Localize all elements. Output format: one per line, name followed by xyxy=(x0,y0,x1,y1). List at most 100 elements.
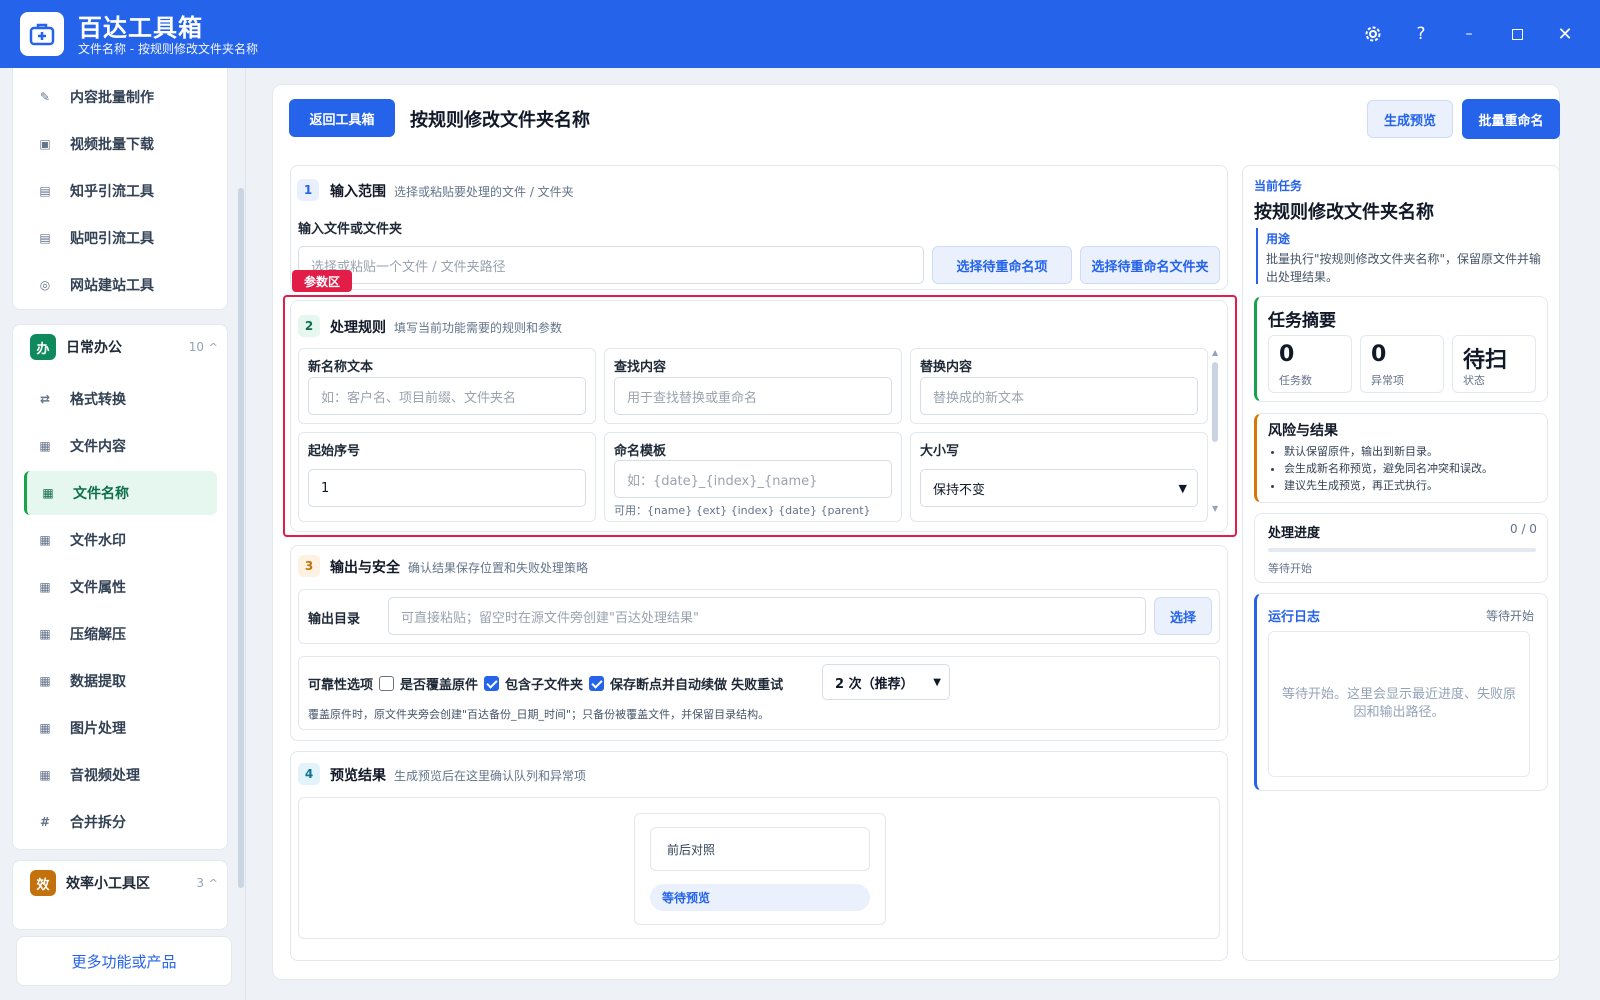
section-title: 预览结果 xyxy=(330,768,386,784)
sidebar-item-file-name[interactable]: ▦ 文件名称 xyxy=(24,471,217,515)
before-after-compare: 前后对照 xyxy=(650,827,870,871)
grid-icon: ▦ xyxy=(39,768,51,782)
group-title: 效率小工具区 xyxy=(66,876,150,892)
sidebar-item-zhihu[interactable]: ▤ 知乎引流工具 xyxy=(24,169,217,213)
grid-icon: ▦ xyxy=(39,580,51,594)
progress-status: 等待开始 xyxy=(1268,562,1312,575)
sidebar-group-office-header[interactable]: 办 日常办公 10 ^ xyxy=(12,324,228,370)
grid-icon: ▦ xyxy=(39,533,51,547)
sidebar: ✎ 内容批量制作 ▣ 视频批量下载 ▤ 知乎引流工具 ▤ 贴吧引流工具 ◎ 网站建站工具 … xyxy=(0,68,246,1000)
maximize-icon[interactable] xyxy=(1501,18,1533,50)
back-to-toolbox-button[interactable]: 返回工具箱 xyxy=(289,99,395,137)
sidebar-item-video-download[interactable]: ▣ 视频批量下载 xyxy=(24,122,217,166)
input-field-label: 输入文件或文件夹 xyxy=(298,222,403,237)
grid-icon: ▦ xyxy=(39,674,51,688)
close-icon[interactable]: ✕ xyxy=(1549,18,1581,50)
sidebar-item-website[interactable]: ◎ 网站建站工具 xyxy=(24,263,217,307)
overwrite-note: 覆盖原件时，原文件夹旁会创建"百达备份_日期_时间"；只备份被覆盖文件，并保留目… xyxy=(308,708,770,721)
select-folder-button[interactable]: 选择待重命名文件夹 xyxy=(1080,246,1220,284)
chevron-down-icon: ▼ xyxy=(933,676,941,688)
output-dir-input[interactable]: 可直接粘贴；留空时在源文件旁创建"百达处理结果" xyxy=(388,597,1146,635)
pen-icon: ✎ xyxy=(39,90,51,104)
sidebar-item-av-process[interactable]: ▦ 音视频处理 xyxy=(24,753,217,797)
task-title: 按规则修改文件夹名称 xyxy=(1254,202,1434,223)
batch-rename-button[interactable]: 批量重命名 xyxy=(1462,99,1560,139)
risk-item: 默认保留原件，输出到新目录。 xyxy=(1284,443,1493,460)
grid-icon: ▦ xyxy=(42,486,54,500)
resume-checkbox[interactable] xyxy=(589,676,605,691)
progress-bar xyxy=(1268,548,1536,552)
grid-icon: ▦ xyxy=(39,721,51,735)
choose-output-button[interactable]: 选择 xyxy=(1154,597,1212,635)
section-desc: 确认结果保存位置和失败处理策略 xyxy=(408,561,589,575)
more-features-button[interactable]: 更多功能或产品 xyxy=(16,936,232,986)
sidebar-item-format-convert[interactable]: ⇄ 格式转换 xyxy=(24,377,217,421)
retry-select[interactable]: 2 次（推荐） ▼ xyxy=(822,664,950,700)
grid-icon: ▦ xyxy=(39,627,51,641)
chevron-up-icon: ^ xyxy=(208,876,218,890)
input-path-field[interactable]: 选择或粘贴一个文件 / 文件夹路径 xyxy=(298,246,924,284)
sidebar-item-file-watermark[interactable]: ▦ 文件水印 xyxy=(24,518,217,562)
sidebar-item-data-extract[interactable]: ▦ 数据提取 xyxy=(24,659,217,703)
app-subtitle: 文件名称 - 按规则修改文件夹名称 xyxy=(78,42,258,56)
generate-preview-button[interactable]: 生成预览 xyxy=(1367,100,1453,138)
globe-icon: ◎ xyxy=(39,278,51,292)
zhihu-icon: ▤ xyxy=(39,184,51,198)
app-title: 百达工具箱 xyxy=(78,14,203,42)
group-count: 3 xyxy=(196,876,204,890)
hash-icon: # xyxy=(39,815,51,829)
reliability-label: 可靠性选项 xyxy=(308,678,374,693)
section-desc: 生成预览后在这里确认队列和异常项 xyxy=(394,769,587,783)
sidebar-item-merge-split[interactable]: # 合并拆分 xyxy=(24,800,217,844)
group-count: 10 xyxy=(188,340,204,354)
settings-gear-icon[interactable] xyxy=(1357,18,1389,50)
efficiency-badge: 效 xyxy=(30,870,56,896)
tieba-icon: ▤ xyxy=(39,231,51,245)
summary-title: 任务摘要 xyxy=(1268,311,1336,331)
video-icon: ▣ xyxy=(39,137,51,151)
sidebar-item-compress[interactable]: ▦ 压缩解压 xyxy=(24,612,217,656)
section-title: 输出与安全 xyxy=(330,560,400,576)
sidebar-group-eff-header[interactable]: 效 效率小工具区 3 ^ xyxy=(12,860,228,906)
section-desc: 选择或粘贴要处理的文件 / 文件夹 xyxy=(394,185,574,199)
office-badge: 办 xyxy=(30,334,56,360)
sidebar-item-file-content[interactable]: ▦ 文件内容 xyxy=(24,424,217,468)
group-title: 日常办公 xyxy=(66,340,122,356)
usage-text: 批量执行"按规则修改文件夹名称"，保留原文件并输出处理结果。 xyxy=(1266,252,1542,284)
reliability-options: 可靠性选项 是否覆盖原件 包含子文件夹 保存断点并自动续做 失败重试 xyxy=(308,674,783,693)
section-title: 输入范围 xyxy=(330,184,386,200)
toolbox-logo-icon xyxy=(20,12,64,56)
stat-task-count: 0 任务数 xyxy=(1268,335,1352,393)
usage-label: 用途 xyxy=(1266,232,1291,246)
stat-error-count: 0 异常项 xyxy=(1360,335,1444,393)
sidebar-item-content-batch[interactable]: ✎ 内容批量制作 xyxy=(24,75,217,119)
sidebar-item-file-attributes[interactable]: ▦ 文件属性 xyxy=(24,565,217,609)
overwrite-label: 是否覆盖原件 xyxy=(400,678,479,693)
sidebar-scrollbar[interactable] xyxy=(238,188,244,888)
log-status: 等待开始 xyxy=(1486,609,1535,623)
parameter-area-highlight xyxy=(283,295,1237,537)
sidebar-item-image-process[interactable]: ▦ 图片处理 xyxy=(24,706,217,750)
overwrite-checkbox[interactable] xyxy=(379,676,395,691)
section-number: 3 xyxy=(298,555,320,577)
help-icon[interactable]: ? xyxy=(1405,18,1437,50)
output-dir-label: 输出目录 xyxy=(308,612,361,627)
resume-label: 保存断点并自动续做 xyxy=(610,678,728,693)
include-subfolder-checkbox[interactable] xyxy=(484,676,500,691)
section-number: 1 xyxy=(297,179,319,201)
progress-count: 0 / 0 xyxy=(1510,522,1537,536)
section-number: 4 xyxy=(298,763,320,785)
sidebar-item-tieba[interactable]: ▤ 贴吧引流工具 xyxy=(24,216,217,260)
select-items-button[interactable]: 选择待重命名项 xyxy=(932,246,1072,284)
risk-item: 会生成新名称预览，避免同名冲突和误改。 xyxy=(1284,460,1493,477)
retry-label: 失败重试 xyxy=(731,678,784,693)
page-title: 按规则修改文件夹名称 xyxy=(410,110,590,131)
include-subfolder-label: 包含子文件夹 xyxy=(505,678,584,693)
swap-icon: ⇄ xyxy=(39,392,51,406)
minimize-icon[interactable]: – xyxy=(1453,18,1485,50)
current-task-tag: 当前任务 xyxy=(1254,179,1303,193)
risk-item: 建议先生成预览，再正式执行。 xyxy=(1284,477,1493,494)
progress-title: 处理进度 xyxy=(1268,526,1321,541)
log-title: 运行日志 xyxy=(1268,610,1321,625)
usage-accent xyxy=(1256,228,1258,284)
